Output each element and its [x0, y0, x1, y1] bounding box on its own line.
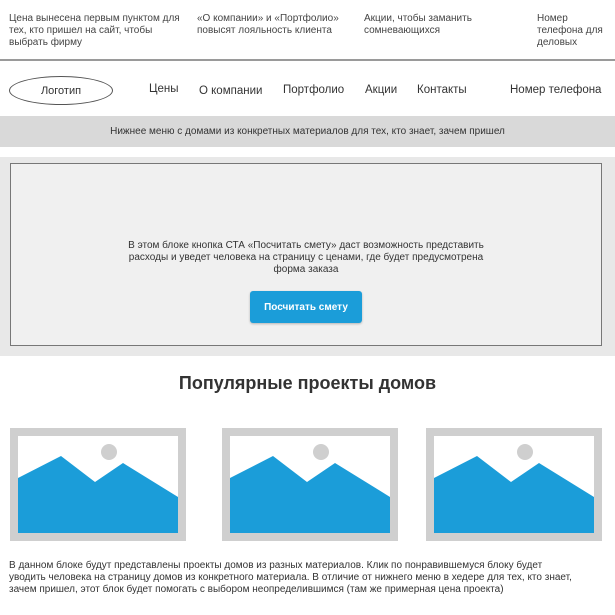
material-submenu[interactable]: Нижнее меню с домами из конкретных матер… — [0, 116, 615, 147]
nav-phone-number[interactable]: Номер телефона — [510, 84, 601, 96]
hero-description: В этом блоке кнопка СТА «Посчитать смету… — [128, 240, 484, 275]
project-card[interactable] — [426, 428, 602, 541]
image-placeholder-icon — [434, 436, 594, 533]
hero-section: В этом блоке кнопка СТА «Посчитать смету… — [0, 157, 615, 356]
prices-annotation: Цена вынесена первым пунктом для тех, кт… — [9, 13, 180, 48]
nav-item-portfolio[interactable]: Портфолио — [283, 84, 344, 96]
logo[interactable]: Логотип — [9, 76, 113, 105]
nav-item-contacts[interactable]: Контакты — [417, 84, 467, 96]
project-card[interactable] — [10, 428, 186, 541]
calculate-estimate-button[interactable]: Посчитать смету — [250, 291, 362, 323]
project-card[interactable] — [222, 428, 398, 541]
about-annotation: «О компании» и «Портфолио» повысят лояль… — [197, 13, 339, 36]
nav-item-about[interactable]: О компании — [199, 85, 262, 97]
image-placeholder-icon — [18, 436, 178, 533]
phone-annotation: Номер телефона для деловых — [537, 13, 603, 48]
image-placeholder-icon — [230, 436, 390, 533]
promo-annotation: Акции, чтобы заманить сомневающихся — [364, 13, 472, 36]
nav-item-promo[interactable]: Акции — [365, 84, 397, 96]
nav-item-prices[interactable]: Цены — [149, 83, 179, 95]
hero-box: В этом блоке кнопка СТА «Посчитать смету… — [10, 163, 602, 346]
header-nav: Логотип Цены О компании Портфолио Акции … — [0, 70, 615, 112]
header-divider — [0, 59, 615, 61]
projects-description: В данном блоке будут представлены проект… — [9, 560, 572, 595]
submenu-text: Нижнее меню с домами из конкретных матер… — [110, 126, 505, 137]
projects-title: Популярные проекты домов — [178, 373, 437, 393]
